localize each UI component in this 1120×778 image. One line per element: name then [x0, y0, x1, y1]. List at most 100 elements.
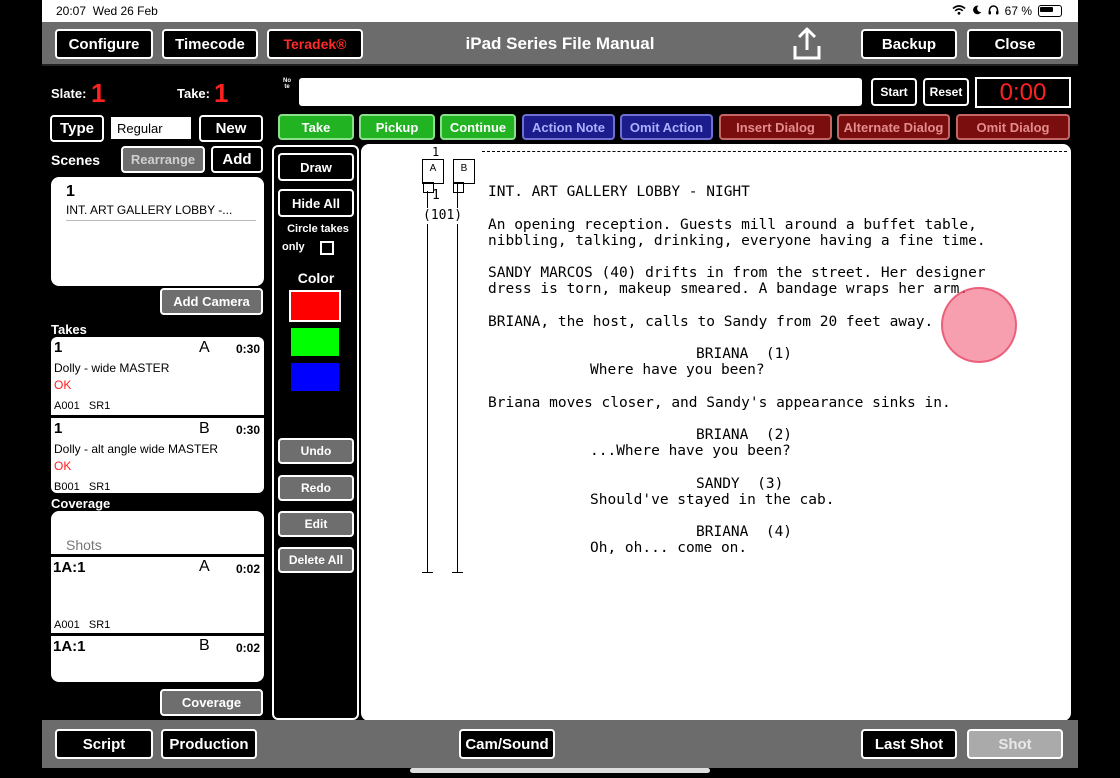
pickup-button[interactable]: Pickup: [359, 114, 435, 140]
circle-takes-only-label: only: [282, 241, 305, 253]
circle-takes-checkbox[interactable]: [320, 241, 334, 255]
alternate-dialog-button[interactable]: Alternate Dialog: [837, 114, 950, 140]
take-number: 1: [54, 339, 63, 356]
note-vertical-label: Note: [283, 78, 291, 90]
backup-button[interactable]: Backup: [861, 29, 957, 59]
status-time: 20:07 Wed 26 Feb: [56, 4, 158, 18]
script-page[interactable]: 1 A B 1 (101) INT. ART GALLERY LOBBY - N…: [361, 144, 1071, 721]
omit-dialog-button[interactable]: Omit Dialog: [956, 114, 1070, 140]
take-roll: B001 SR1: [54, 481, 111, 493]
close-button[interactable]: Close: [967, 29, 1063, 59]
shot-card[interactable]: 1A:1 A 0:02 A001 SR1: [51, 557, 264, 633]
undo-button[interactable]: Undo: [278, 438, 354, 464]
action-line: An opening reception. Guests mill around…: [488, 217, 977, 233]
takes-label: Takes: [51, 322, 87, 337]
rearrange-button[interactable]: Rearrange: [121, 146, 205, 173]
date-text: Wed 26 Feb: [92, 4, 158, 18]
take-line-a-end: [422, 572, 433, 573]
coverage-button[interactable]: Coverage: [160, 689, 263, 716]
slate-label: Slate:: [51, 86, 87, 101]
draw-button[interactable]: Draw: [278, 153, 354, 181]
action-line: dress is torn, makeup smeared. A bandage…: [488, 281, 969, 297]
action-line: BRIANA, the host, calls to Sandy from 20…: [488, 314, 934, 330]
take-line-b[interactable]: [457, 182, 458, 572]
continue-button[interactable]: Continue: [440, 114, 516, 140]
touch-indicator: [941, 287, 1017, 363]
insert-dialog-button[interactable]: Insert Dialog: [719, 114, 832, 140]
dialog-line[interactable]: ...Where have you been?: [590, 443, 791, 459]
action-note-button[interactable]: Action Note: [522, 114, 615, 140]
home-indicator[interactable]: [410, 768, 710, 773]
coverage-label: Coverage: [51, 496, 111, 511]
last-shot-button[interactable]: Last Shot: [861, 729, 957, 759]
action-line: nibbling, talking, drinking, everyone ha…: [488, 233, 986, 249]
reset-button[interactable]: Reset: [923, 78, 969, 106]
start-button[interactable]: Start: [871, 78, 917, 106]
take-duration: 0:30: [235, 423, 260, 437]
timer-display: 0:00: [975, 77, 1071, 108]
share-icon[interactable]: [790, 26, 824, 62]
character-cue[interactable]: BRIANA (4): [696, 524, 792, 540]
take-card[interactable]: 1 A 0:30 Dolly - wide MASTER OK A001 SR1: [51, 337, 264, 415]
coverage-list: Shots 1A:1 A 0:02 A001 SR1 1A:1 B 0:02: [51, 511, 264, 682]
add-camera-button[interactable]: Add Camera: [160, 288, 263, 315]
scene-paren-number: (101): [423, 208, 463, 224]
take-status: OK: [54, 459, 72, 473]
cam-sound-tab-button[interactable]: Cam/Sound: [459, 729, 555, 759]
color-swatch-green[interactable]: [289, 326, 341, 358]
shot-duration: 0:02: [235, 562, 260, 576]
slate-value: 1: [91, 78, 106, 108]
redo-button[interactable]: Redo: [278, 475, 354, 501]
timecode-button[interactable]: Timecode: [162, 29, 258, 59]
moon-icon: [972, 4, 982, 18]
take-camera: A: [199, 339, 210, 356]
battery-icon: [1038, 5, 1062, 17]
script-tab-button[interactable]: Script: [55, 729, 153, 759]
type-input[interactable]: Regular: [111, 117, 191, 139]
note-field[interactable]: [299, 78, 862, 106]
take-number: 1: [54, 420, 63, 437]
color-swatch-blue[interactable]: [289, 361, 341, 393]
take-card[interactable]: 1 B 0:30 Dolly - alt angle wide MASTER O…: [51, 418, 264, 493]
action-line: Briana moves closer, and Sandy's appeara…: [488, 395, 951, 411]
camera-b-box[interactable]: B: [453, 159, 475, 184]
production-tab-button[interactable]: Production: [161, 729, 257, 759]
hide-all-button[interactable]: Hide All: [278, 189, 354, 217]
configure-button[interactable]: Configure: [55, 29, 153, 59]
type-button[interactable]: Type: [50, 115, 104, 142]
omit-action-button[interactable]: Omit Action: [620, 114, 713, 140]
take-camera: B: [199, 420, 210, 437]
shot-card[interactable]: 1A:1 B 0:02: [51, 636, 264, 682]
battery-percent: 67 %: [1004, 4, 1032, 18]
take-status: OK: [54, 378, 72, 392]
take-action-button[interactable]: Take: [278, 114, 354, 140]
add-scene-button[interactable]: Add: [211, 146, 263, 173]
takes-list: 1 A 0:30 Dolly - wide MASTER OK A001 SR1…: [51, 337, 264, 493]
status-right: 67 %: [952, 4, 1062, 18]
action-line: SANDY MARCOS (40) drifts in from the str…: [488, 265, 986, 281]
teradek-button[interactable]: Teradek®: [267, 29, 363, 59]
character-cue[interactable]: BRIANA (1): [696, 346, 792, 362]
dialog-line[interactable]: Oh, oh... come on.: [590, 540, 747, 556]
dialog-line[interactable]: Should've stayed in the cab.: [590, 492, 834, 508]
shots-label: Shots: [66, 537, 102, 553]
character-cue[interactable]: BRIANA (2): [696, 427, 792, 443]
shot-camera: B: [199, 637, 210, 654]
circle-takes-label: Circle takes: [287, 223, 349, 235]
shot-camera: A: [199, 558, 210, 575]
take-line-a[interactable]: [427, 191, 428, 572]
scene-title[interactable]: INT. ART GALLERY LOBBY -...: [66, 203, 232, 217]
camera-a-box[interactable]: A: [422, 159, 444, 184]
scene-break-line: [482, 151, 1067, 152]
new-button[interactable]: New: [199, 115, 263, 142]
status-bar: 20:07 Wed 26 Feb 67 %: [42, 0, 1078, 22]
color-swatch-red[interactable]: [289, 290, 341, 322]
shot-button[interactable]: Shot: [967, 729, 1063, 759]
wifi-icon: [952, 4, 966, 18]
take-description: Dolly - alt angle wide MASTER: [54, 442, 219, 456]
dialog-line[interactable]: Where have you been?: [590, 362, 765, 378]
scene-number-side: 1: [432, 188, 440, 203]
edit-button[interactable]: Edit: [278, 511, 354, 537]
character-cue[interactable]: SANDY (3): [696, 476, 783, 492]
delete-all-button[interactable]: Delete All: [278, 547, 354, 573]
